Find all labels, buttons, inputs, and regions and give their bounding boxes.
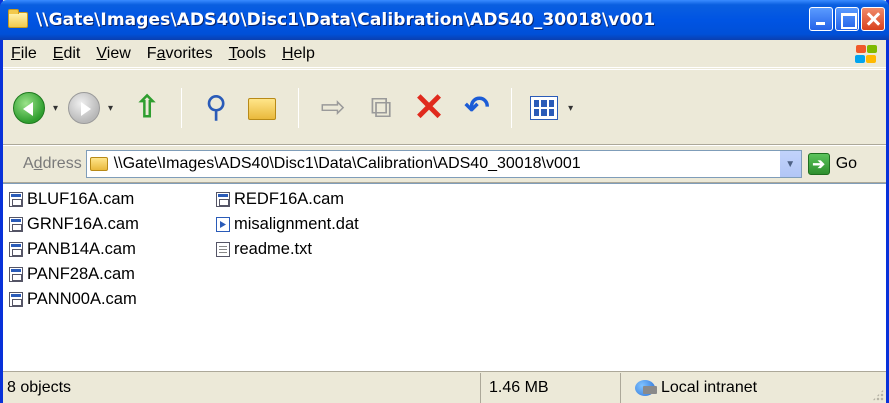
address-label-rest: dress (42, 155, 82, 172)
list-item[interactable]: readme.txt (216, 237, 359, 262)
file-name: PANN00A.cam (27, 290, 137, 308)
menu-tools-accel: T (228, 44, 237, 62)
search-icon[interactable]: ⚲ (200, 92, 232, 124)
cam-file-icon (9, 267, 23, 282)
move-to-icon[interactable]: ⇨ (317, 92, 349, 124)
menu-favorites-pre: F (146, 44, 157, 62)
text-file-icon (216, 242, 230, 257)
file-name: BLUF16A.cam (27, 190, 135, 208)
menu-tools[interactable]: Tools (221, 45, 274, 63)
list-item[interactable]: GRNF16A.cam (9, 212, 139, 237)
menu-edit-label: dit (63, 44, 81, 62)
menu-help-label: elp (293, 44, 315, 62)
menu-tools-label: ools (236, 44, 266, 62)
dat-file-icon (216, 217, 230, 232)
address-bar: Address \\Gate\Images\ADS40\Disc1\Data\C… (3, 145, 886, 183)
cam-file-icon (9, 192, 23, 207)
close-button[interactable] (861, 7, 885, 31)
menu-favorites[interactable]: Favorites (139, 45, 221, 63)
list-item[interactable]: misalignment.dat (216, 212, 359, 237)
file-name: PANF28A.cam (27, 265, 135, 283)
file-name: PANB14A.cam (27, 240, 136, 258)
file-name: REDF16A.cam (234, 190, 345, 208)
back-icon[interactable] (13, 92, 45, 124)
address-value: \\Gate\Images\ADS40\Disc1\Data\Calibrati… (113, 155, 581, 172)
menu-view-accel: V (96, 44, 107, 62)
menu-file-label: ile (20, 44, 37, 62)
toolbar-separator (511, 88, 513, 128)
standard-toolbar: ▾ ▾ ⇧ ⚲ ⇨ ⧉ ✕ ↶ ▾ (3, 69, 886, 145)
list-item[interactable]: BLUF16A.cam (9, 187, 139, 212)
address-label-accel: d (33, 155, 43, 172)
folder-icon (8, 9, 28, 28)
go-label: Go (835, 155, 858, 172)
file-column-2: REDF16A.cam misalignment.dat readme.txt (216, 187, 359, 262)
folder-icon (89, 157, 108, 171)
window-title: \\Gate\Images\ADS40\Disc1\Data\Calibrati… (36, 10, 656, 30)
status-bar: 8 objects 1.46 MB Local intranet (3, 371, 886, 403)
cam-file-icon (9, 242, 23, 257)
address-input[interactable]: \\Gate\Images\ADS40\Disc1\Data\Calibrati… (85, 150, 802, 178)
delete-icon[interactable]: ✕ (413, 89, 445, 127)
menu-bar: File Edit View Favorites Tools Help (3, 40, 886, 68)
views-icon[interactable] (530, 96, 559, 120)
status-size: 1.46 MB (481, 372, 621, 403)
file-name: GRNF16A.cam (27, 215, 139, 233)
undo-icon[interactable]: ↶ (461, 92, 493, 124)
forward-dropdown-icon[interactable]: ▾ (108, 103, 113, 114)
toolbar-separator (181, 88, 183, 128)
cam-file-icon (216, 192, 230, 207)
title-bar[interactable]: \\Gate\Images\ADS40\Disc1\Data\Calibrati… (0, 0, 889, 40)
file-name: misalignment.dat (234, 215, 359, 233)
menu-file-accel: F (11, 44, 21, 62)
list-item[interactable]: PANN00A.cam (9, 287, 139, 312)
menu-view-label: iew (106, 44, 131, 62)
file-name: readme.txt (234, 240, 312, 258)
back-dropdown-icon[interactable]: ▾ (53, 103, 58, 114)
list-item[interactable]: PANF28A.cam (9, 262, 139, 287)
menu-help-accel: H (281, 44, 294, 62)
go-arrow-icon: ➔ (807, 153, 830, 175)
cam-file-icon (9, 217, 23, 232)
menu-file[interactable]: File (3, 45, 45, 63)
status-zone: Local intranet (621, 373, 886, 403)
caption-buttons (809, 7, 885, 31)
menu-edit[interactable]: Edit (45, 45, 89, 63)
file-column-1: BLUF16A.cam GRNF16A.cam PANB14A.cam PANF… (9, 187, 139, 312)
address-label: Address (23, 155, 82, 173)
address-label-pre: A (23, 155, 34, 172)
list-item[interactable]: PANB14A.cam (9, 237, 139, 262)
copy-to-icon[interactable]: ⧉ (365, 92, 397, 124)
windows-logo-icon (854, 44, 878, 64)
minimize-button[interactable] (809, 7, 833, 31)
go-button[interactable]: ➔ Go (807, 153, 858, 175)
status-object-count: 8 objects (3, 372, 481, 403)
explorer-window: \\Gate\Images\ADS40\Disc1\Data\Calibrati… (0, 0, 889, 403)
forward-icon[interactable] (68, 92, 101, 124)
menu-help[interactable]: Help (274, 45, 323, 63)
address-dropdown-icon[interactable]: ▼ (778, 151, 801, 177)
toolbar-separator (298, 88, 300, 128)
list-item[interactable]: REDF16A.cam (216, 187, 359, 212)
menu-edit-accel: E (52, 44, 64, 62)
folders-icon[interactable] (248, 92, 280, 124)
local-intranet-icon (635, 379, 657, 396)
maximize-button[interactable] (835, 7, 859, 31)
up-folder-icon[interactable]: ⇧ (131, 92, 163, 124)
menu-view[interactable]: View (88, 45, 138, 63)
views-dropdown-icon[interactable]: ▾ (568, 103, 573, 114)
cam-file-icon (9, 292, 23, 307)
menu-favorites-label: vorites (165, 44, 213, 62)
file-list-view[interactable]: BLUF16A.cam GRNF16A.cam PANB14A.cam PANF… (3, 183, 886, 371)
zone-label: Local intranet (661, 378, 758, 396)
